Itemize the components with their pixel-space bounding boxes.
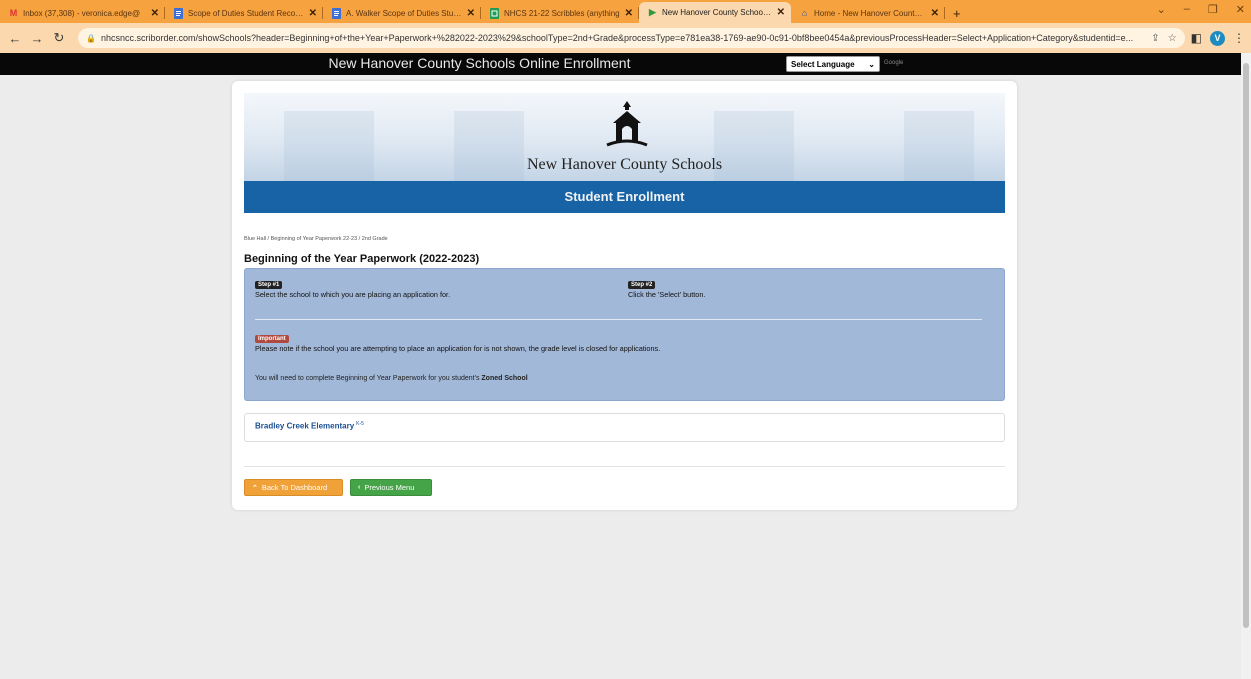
reload-icon[interactable]: ↻ — [50, 30, 68, 46]
google-label: Google — [884, 60, 904, 66]
chevron-up-icon: ⌃ — [252, 484, 258, 492]
chevron-down-icon: ⌄ — [868, 59, 875, 69]
tab-title: NHCS 21-22 Scribbles (anything — [504, 8, 620, 18]
language-select[interactable]: Select Language ⌄ — [786, 56, 880, 72]
site-header-bar: New Hanover County Schools Online Enroll… — [0, 53, 1241, 75]
browser-toolbar: ← → ↻ 🔒 nhcsncc.scriborder.com/showSchoo… — [0, 23, 1251, 53]
page-title: Beginning of the Year Paperwork (2022-20… — [244, 253, 480, 265]
star-icon[interactable]: ☆ — [1168, 33, 1177, 44]
important-text: Please note if the school you are attemp… — [255, 344, 661, 353]
tab-title: Home - New Hanover County Sc — [814, 8, 926, 18]
instructions-divider — [255, 319, 982, 320]
address-bar[interactable]: 🔒 nhcsncc.scriborder.com/showSchools?hea… — [78, 28, 1185, 48]
tab-title: Scope of Duties Student Records — [188, 8, 304, 18]
tab-title: New Hanover County Schools O — [662, 8, 772, 17]
kebab-menu-icon[interactable]: ⋮ — [1233, 31, 1245, 45]
profile-avatar[interactable]: V — [1210, 30, 1225, 46]
banner-subtitle: Student Enrollment — [564, 189, 685, 204]
gmail-icon: M — [9, 8, 18, 18]
step-1-badge: Step #1 — [255, 281, 283, 289]
district-name: New Hanover County Schools — [526, 156, 723, 173]
school-name: Bradley Creek Elementary — [255, 421, 355, 431]
tab-walker-scope[interactable]: A. Walker Scope of Duties Studen ✕ — [323, 3, 481, 23]
close-icon[interactable]: ✕ — [777, 7, 785, 18]
district-banner: New Hanover County Schools Student Enrol… — [244, 93, 1005, 213]
minimize-icon[interactable]: – — [1184, 3, 1190, 16]
lock-icon: 🔒 — [86, 33, 96, 43]
tab-title: A. Walker Scope of Duties Studen — [346, 8, 462, 18]
enrollment-card: New Hanover County Schools Student Enrol… — [232, 81, 1017, 510]
back-to-dashboard-button[interactable]: ⌃ Back To Dashboard — [244, 479, 343, 496]
docs-icon — [331, 7, 342, 19]
zoned-school-note: You will need to complete Beginning of Y… — [255, 375, 528, 382]
close-icon[interactable]: ✕ — [309, 8, 317, 19]
sheets-icon — [489, 7, 500, 19]
close-icon[interactable]: ✕ — [625, 8, 633, 19]
close-window-icon[interactable]: ✕ — [1236, 3, 1245, 16]
step-2-text: Click the 'Select' button. — [628, 290, 706, 299]
step-1-text: Select the school to which you are placi… — [255, 290, 451, 299]
forward-arrow-icon[interactable]: → — [28, 31, 46, 46]
url-text: nhcsncc.scriborder.com/showSchools?heade… — [100, 33, 1134, 43]
back-to-dashboard-label: Back To Dashboard — [261, 483, 328, 492]
close-icon[interactable]: ✕ — [931, 8, 939, 19]
important-badge: Important — [255, 335, 289, 343]
breadcrumb: Blue Hall / Beginning of Year Paperwork … — [244, 236, 388, 242]
school-link-bradley-creek[interactable]: Bradley Creek Elementary K-5 — [255, 421, 364, 431]
window-controls: ⌄ – ❐ ✕ — [1157, 3, 1245, 16]
important-note: Important Please note if the school you … — [255, 333, 660, 353]
chevron-left-icon: ‹ — [358, 484, 361, 491]
zoned-note-bold: Zoned School — [481, 375, 528, 382]
page-scrollbar[interactable] — [1241, 53, 1251, 679]
tab-scope-of-duties[interactable]: Scope of Duties Student Records ✕ — [165, 3, 323, 23]
tab-nhcs-scribbles[interactable]: NHCS 21-22 Scribbles (anything ✕ — [481, 3, 639, 23]
side-panel-icon[interactable]: ◧ — [1191, 31, 1202, 45]
chevron-down-icon[interactable]: ⌄ — [1157, 3, 1166, 16]
tab-nhcs-home[interactable]: ⌂ Home - New Hanover County Sc ✕ — [791, 3, 945, 23]
school-list: Bradley Creek Elementary K-5 — [244, 413, 1005, 442]
language-select-label: Select Language — [791, 59, 855, 69]
share-icon[interactable]: ⇪ — [1151, 33, 1159, 44]
docs-icon — [173, 7, 184, 19]
step-2: Step #2 Click the 'Select' button. — [628, 279, 705, 299]
restore-icon[interactable]: ❐ — [1208, 3, 1218, 16]
instructions-panel: Step #1 Select the school to which you a… — [244, 268, 1005, 401]
step-1: Step #1 Select the school to which you a… — [255, 279, 450, 299]
schoolhouse-logo-icon — [606, 101, 648, 147]
step-2-badge: Step #2 — [628, 281, 656, 289]
school-grades: K-5 — [356, 421, 364, 427]
scrollbar-thumb[interactable] — [1243, 63, 1249, 628]
previous-menu-button[interactable]: ‹ Previous Menu — [350, 479, 432, 496]
tab-enrollment[interactable]: ▶ New Hanover County Schools O ✕ — [639, 2, 791, 23]
tab-title: Inbox (37,308) - veronica.edge@ — [23, 8, 141, 18]
previous-menu-label: Previous Menu — [364, 483, 415, 492]
browser-tab-strip: M Inbox (37,308) - veronica.edge@ ✕ Scop… — [0, 0, 1251, 23]
close-icon[interactable]: ✕ — [151, 8, 159, 19]
school-icon: ⌂ — [801, 8, 808, 18]
zoned-note-text: You will need to complete Beginning of Y… — [255, 375, 482, 382]
back-arrow-icon[interactable]: ← — [6, 31, 24, 46]
tab-gmail[interactable]: M Inbox (37,308) - veronica.edge@ ✕ — [0, 3, 165, 23]
play-icon: ▶ — [649, 7, 656, 17]
card-divider — [244, 466, 1005, 467]
banner-strip: Student Enrollment — [244, 181, 1005, 213]
close-icon[interactable]: ✕ — [467, 8, 475, 19]
new-tab-button[interactable]: + — [953, 3, 961, 23]
